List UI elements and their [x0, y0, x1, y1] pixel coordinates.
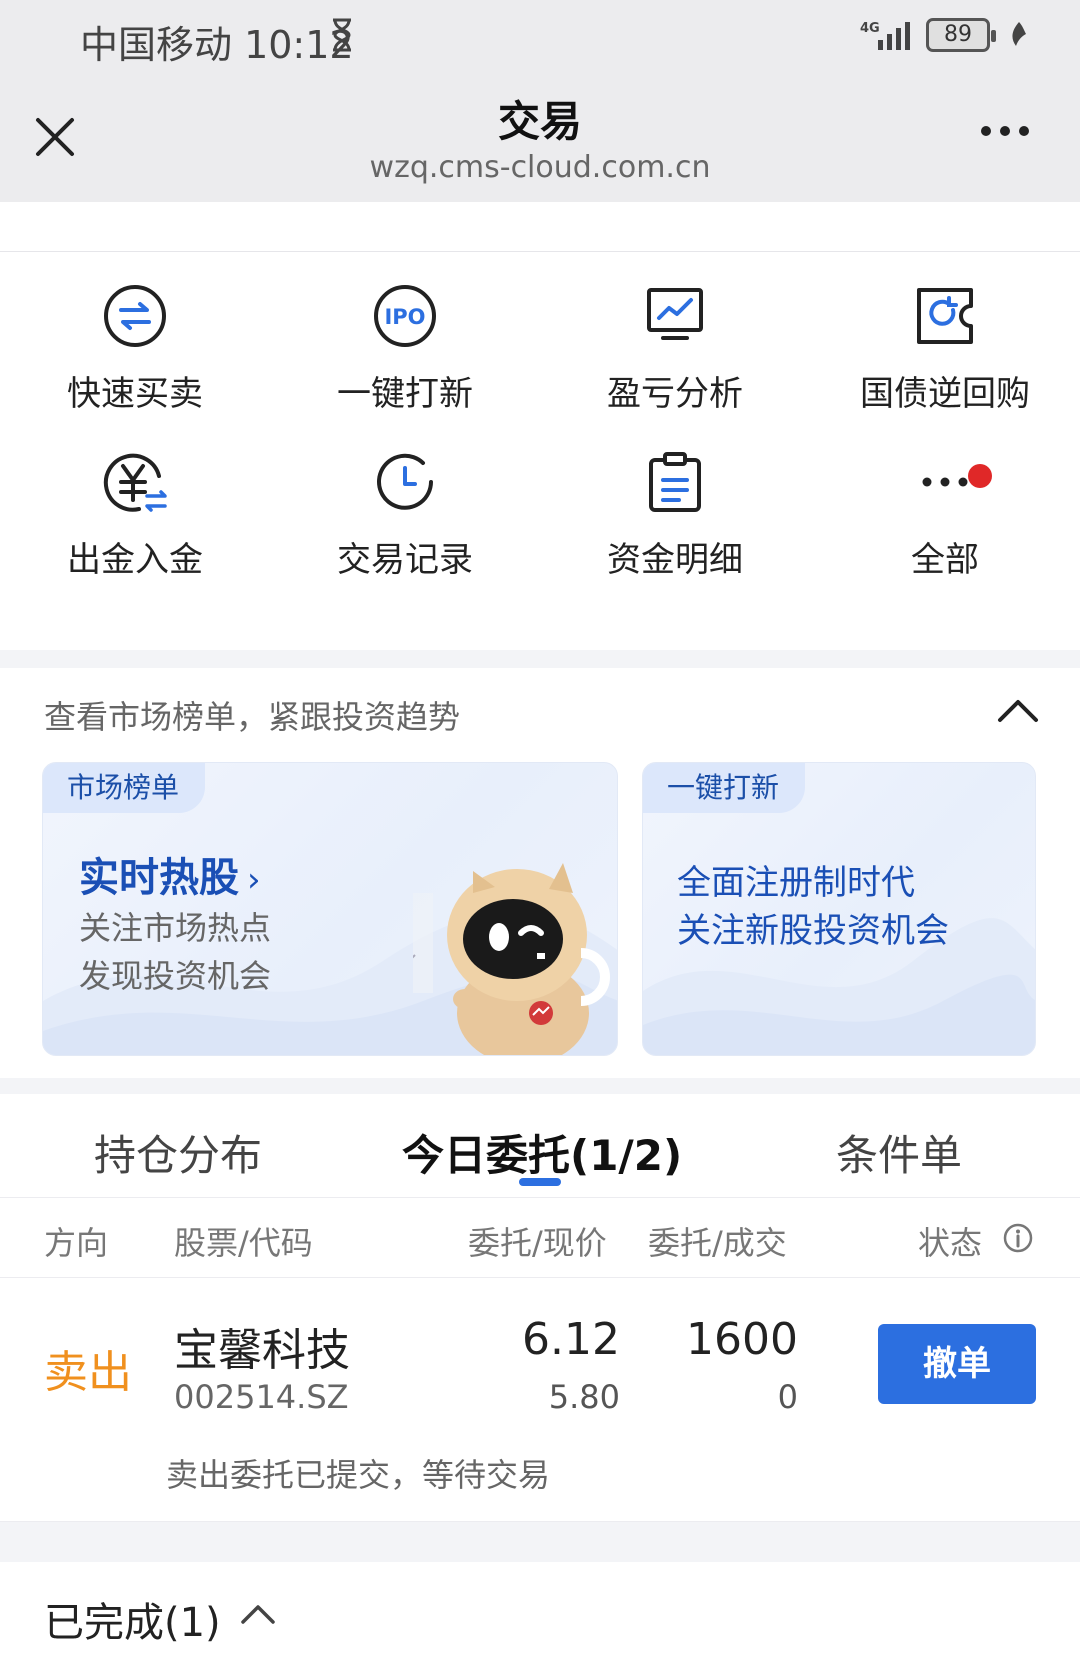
swap-arrows-icon — [104, 285, 166, 347]
quick-action-all[interactable]: 全部 — [810, 446, 1080, 581]
orders-table-header: 方向 股票/代码 委托/现价 委托/成交 状态 — [0, 1198, 1080, 1278]
hot-stocks-link[interactable]: 实时热股 › — [79, 845, 261, 903]
tab-positions[interactable]: 持仓分布 — [94, 1122, 262, 1183]
ipo-card-line: 关注新股投资机会 — [677, 911, 949, 951]
quick-action-fund-details[interactable]: 资金明细 — [540, 446, 810, 581]
quick-action-label: 快速买卖 — [67, 374, 203, 414]
quick-action-trade-records[interactable]: 交易记录 — [270, 446, 540, 581]
quick-action-deposit-withdraw[interactable]: 出金入金 — [0, 446, 270, 581]
column-header-quantity: 委托/成交 — [648, 1224, 787, 1262]
completed-section[interactable]: 已完成(1) — [0, 1562, 1080, 1672]
column-header-stock: 股票/代码 — [174, 1224, 313, 1262]
quick-action-label: 交易记录 — [337, 540, 473, 580]
hot-stocks-title: 实时热股 — [79, 855, 239, 901]
spacer — [0, 202, 1080, 252]
market-list-card[interactable]: 市场榜单 实时热股 › 关注市场热点 发现投资机会 — [42, 762, 618, 1056]
quick-action-pnl-analysis[interactable]: 盈亏分析 — [540, 280, 810, 415]
quick-action-ipo[interactable]: IPO 一键打新 — [270, 280, 540, 415]
column-header-direction: 方向 — [44, 1224, 109, 1262]
clipboard-icon — [649, 452, 701, 512]
order-tabs: 持仓分布 今日委托(1/2) 条件单 — [0, 1094, 1080, 1198]
quick-actions-grid: 快速买卖 IPO 一键打新 盈亏分析 国债逆回购 出金入金 交易记录 资金明细 … — [0, 252, 1080, 650]
ipo-card-line: 全面注册制时代 — [677, 863, 915, 903]
quick-action-label: 出金入金 — [67, 540, 203, 580]
tab-conditional-orders[interactable]: 条件单 — [836, 1122, 962, 1183]
column-header-status: 状态 — [918, 1224, 983, 1262]
market-hint: 查看市场榜单，紧跟投资趋势 — [44, 698, 461, 736]
svg-text:IPO: IPO — [384, 305, 425, 329]
mascot-illustration — [413, 863, 610, 1055]
completed-label: 已完成(1) — [44, 1600, 221, 1646]
quick-action-bond-repo[interactable]: 国债逆回购 — [810, 280, 1080, 415]
more-menu-icon[interactable] — [980, 124, 1030, 138]
yuan-transfer-icon — [103, 453, 167, 512]
top-bar: 中国移动 10:12 4G 89 交易 wzq.cms-cloud.com.cn — [0, 0, 1080, 202]
status-carrier-time: 中国移动 10:12 — [80, 23, 354, 67]
quick-action-label: 一键打新 — [337, 374, 473, 414]
card-subtitle: 发现投资机会 — [79, 957, 272, 995]
ipo-icon: IPO — [374, 285, 436, 347]
stock-name[interactable]: 宝馨科技 — [174, 1314, 350, 1378]
card-tag: 一键打新 — [643, 763, 806, 813]
quick-action-label: 全部 — [911, 540, 979, 580]
order-direction: 卖出 — [44, 1347, 132, 1398]
stock-code: 002514.SZ — [174, 1378, 349, 1416]
card-subtitle: 关注市场热点 — [79, 909, 272, 947]
page-url: wzq.cms-cloud.com.cn — [369, 150, 711, 185]
filled-quantity: 0 — [777, 1378, 798, 1416]
active-tab-indicator — [519, 1178, 561, 1186]
hourglass-icon — [333, 18, 351, 52]
chevron-right-icon: › — [247, 860, 261, 900]
notification-dot — [968, 464, 992, 488]
card-tag: 市场榜单 — [43, 763, 206, 813]
table-row: 卖出 宝馨科技 002514.SZ 6.12 5.80 1600 0 撤单 卖出… — [0, 1278, 1080, 1522]
market-section: 查看市场榜单，紧跟投资趋势 市场榜单 实时热股› 关注市场热点 发现投资机会 — [0, 668, 1080, 1078]
leaf-icon — [1012, 22, 1026, 46]
current-price: 5.80 — [548, 1378, 620, 1416]
order-quantity: 1600 — [686, 1314, 798, 1365]
bond-repo-icon — [917, 288, 973, 344]
monitor-chart-icon — [647, 288, 703, 340]
svg-text:4G: 4G — [860, 21, 880, 36]
clock-icon — [377, 453, 433, 510]
info-icon[interactable] — [1002, 1222, 1034, 1254]
cancel-order-button[interactable]: 撤单 — [878, 1324, 1036, 1404]
page-title: 交易 — [497, 97, 582, 146]
chevron-up-icon[interactable] — [996, 696, 1040, 726]
ipo-card[interactable]: 一键打新 全面注册制时代 关注新股投资机会 — [642, 762, 1036, 1056]
quick-action-label: 国债逆回购 — [860, 374, 1030, 414]
tab-today-orders[interactable]: 今日委托(1/2) — [402, 1122, 682, 1183]
order-price: 6.12 — [522, 1314, 620, 1365]
signal-icon: 4G — [860, 21, 910, 50]
column-header-price: 委托/现价 — [468, 1224, 607, 1262]
quick-action-label: 资金明细 — [607, 540, 743, 580]
order-status-note: 卖出委托已提交，等待交易 — [166, 1456, 551, 1494]
battery-icon: 89 — [926, 18, 996, 52]
quick-action-label: 盈亏分析 — [607, 374, 743, 414]
chevron-up-icon[interactable] — [240, 1602, 276, 1626]
status-right: 4G 89 — [860, 18, 1030, 52]
quick-action-fast-trade[interactable]: 快速买卖 — [0, 280, 270, 415]
